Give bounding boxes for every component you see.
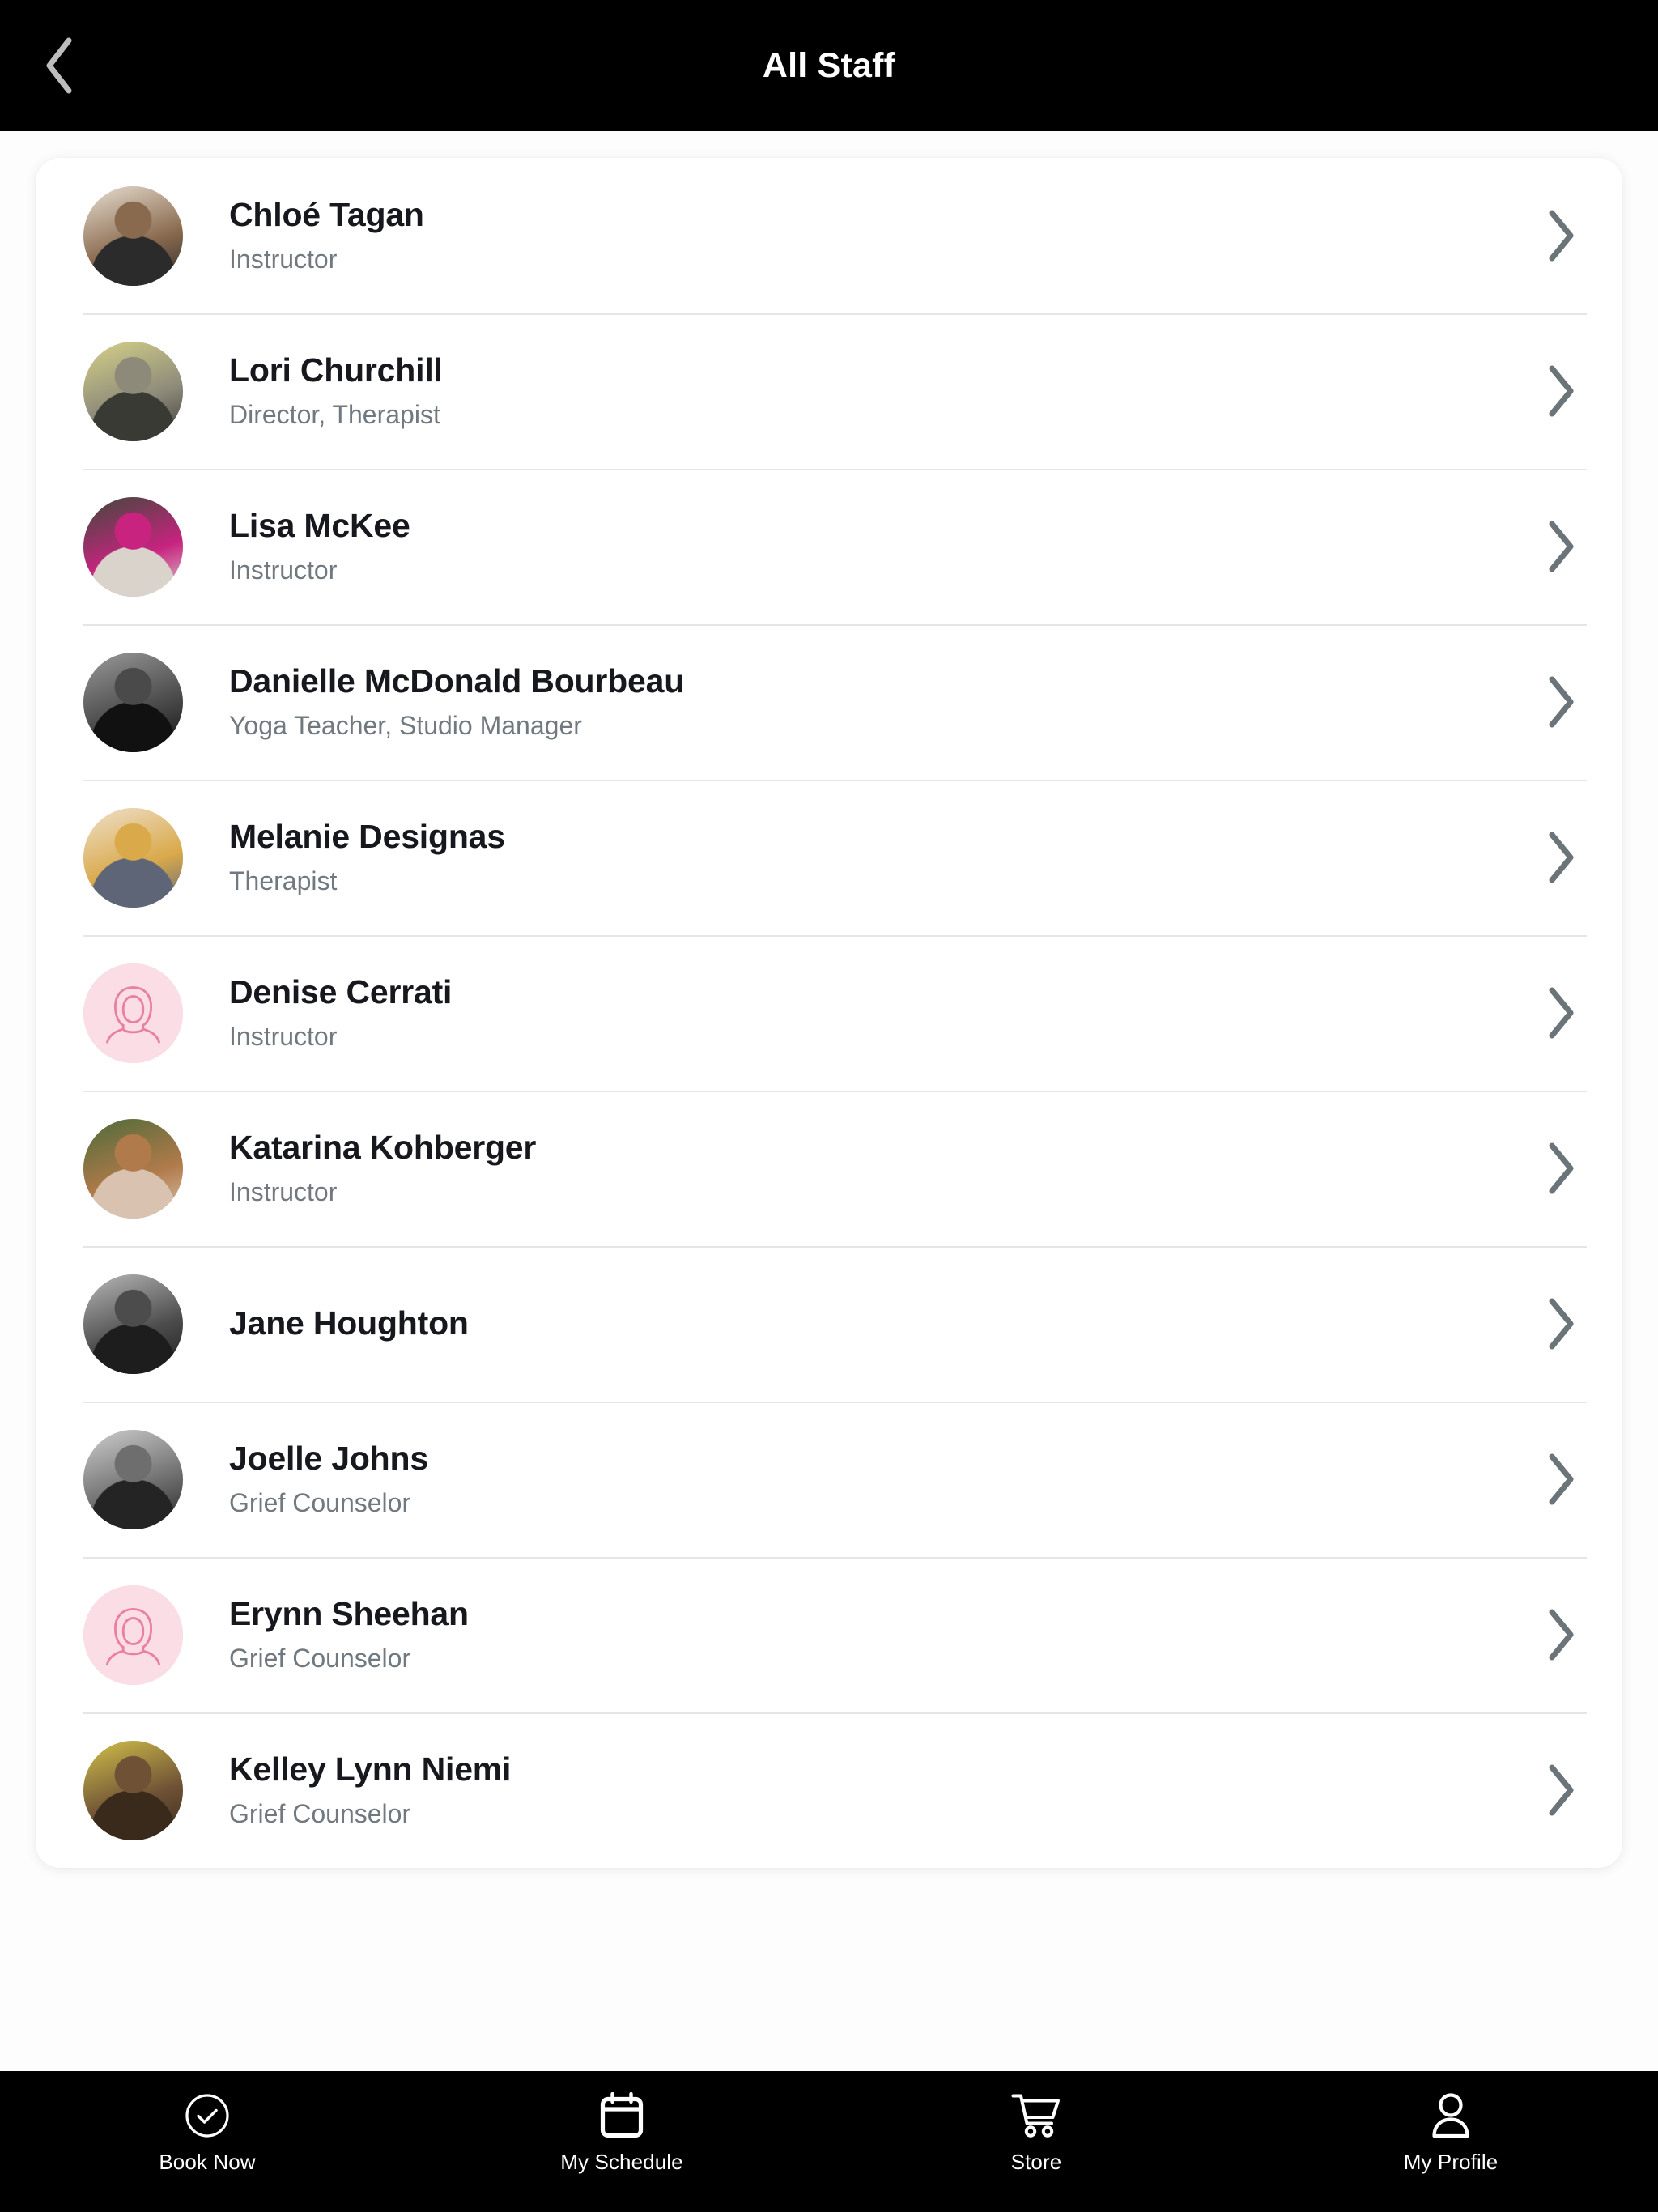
staff-name: Katarina Kohberger [229,1129,537,1167]
staff-row[interactable]: Lori Churchill Director, Therapist [36,313,1622,469]
staff-role: Therapist [229,866,338,896]
staff-row[interactable]: Katarina Kohberger Instructor [36,1091,1622,1246]
staff-row[interactable]: Lisa McKee Instructor [36,469,1622,624]
staff-name: Kelley Lynn Niemi [229,1750,512,1789]
tab-label: Book Now [159,2150,256,2174]
page-title: All Staff [762,45,896,85]
staff-row-text: Erynn Sheehan Grief Counselor [183,1595,1517,1674]
person-icon [1429,2091,1473,2141]
staff-row[interactable]: Joelle Johns Grief Counselor [36,1402,1622,1557]
staff-role: Grief Counselor [229,1799,411,1829]
staff-row-text: Jane Houghton [183,1304,1517,1342]
avatar-lori-churchill [83,341,183,441]
staff-role: Instructor [229,555,338,585]
staff-role: Grief Counselor [229,1644,411,1674]
avatar-joelle-johns [83,1429,183,1529]
staff-name: Lori Churchill [229,351,443,389]
chevron-left-icon [41,36,77,96]
staff-row-text: Joelle Johns Grief Counselor [183,1440,1517,1518]
calendar-icon [600,2091,644,2141]
staff-row[interactable]: Erynn Sheehan Grief Counselor [36,1557,1622,1712]
staff-row-text: Denise Cerrati Instructor [183,973,1517,1052]
chevron-right-icon[interactable] [1533,1140,1590,1197]
chevron-right-icon[interactable] [1533,829,1590,886]
avatar-jane-houghton [83,1274,183,1374]
check-circle-icon [184,2091,231,2141]
staff-role: Instructor [229,1177,338,1207]
chevron-right-icon[interactable] [1533,1762,1590,1819]
staff-name: Joelle Johns [229,1440,428,1478]
staff-row[interactable]: Chloé Tagan Instructor [36,158,1622,313]
staff-row[interactable]: Kelley Lynn Niemi Grief Counselor [36,1712,1622,1868]
staff-row[interactable]: Danielle McDonald Bourbeau Yoga Teacher, … [36,624,1622,780]
all-staff-screen: All Staff Chloé Tagan Instructor Lori Chur… [0,0,1658,2212]
staff-list-card: Chloé Tagan Instructor Lori Churchill Direc… [36,158,1622,1868]
staff-name: Denise Cerrati [229,973,453,1011]
chevron-right-icon[interactable] [1533,674,1590,730]
staff-row[interactable]: Denise Cerrati Instructor [36,935,1622,1091]
tab-my-profile[interactable]: My Profile [1244,2091,1658,2172]
avatar-kelley-lynn-niemi [83,1740,183,1840]
staff-role: Director, Therapist [229,400,440,430]
tab-store[interactable]: Store [829,2091,1244,2172]
staff-row-text: Chloé Tagan Instructor [183,196,1517,274]
shopping-cart-icon [1011,2091,1061,2141]
staff-name: Melanie Designas [229,818,505,856]
bottom-tab-bar: Book Now My Schedule Store My Profile [0,2071,1658,2212]
staff-role: Grief Counselor [229,1488,411,1518]
staff-name: Danielle McDonald Bourbeau [229,662,685,700]
staff-row[interactable]: Melanie Designas Therapist [36,780,1622,935]
avatar-danielle-mcdonald-bourbeau [83,652,183,752]
staff-role: Instructor [229,245,338,274]
tab-label: My Schedule [560,2150,683,2174]
chevron-right-icon[interactable] [1533,1295,1590,1352]
staff-name: Jane Houghton [229,1304,469,1342]
back-button[interactable] [15,0,104,131]
app-header: All Staff [0,0,1658,131]
avatar-placeholder-erynn-sheehan [83,1585,183,1685]
staff-row-text: Kelley Lynn Niemi Grief Counselor [183,1750,1517,1829]
avatar-melanie-designas [83,807,183,908]
tab-label: Store [1010,2150,1062,2174]
tab-book-now[interactable]: Book Now [0,2091,414,2172]
staff-row-text: Lisa McKee Instructor [183,507,1517,585]
staff-role: Instructor [229,1022,338,1052]
chevron-right-icon[interactable] [1533,1606,1590,1663]
chevron-right-icon[interactable] [1533,1451,1590,1508]
staff-role: Yoga Teacher, Studio Manager [229,711,582,741]
avatar-lisa-mckee [83,496,183,597]
chevron-right-icon[interactable] [1533,363,1590,419]
tab-label: My Profile [1403,2150,1499,2174]
chevron-right-icon[interactable] [1533,207,1590,264]
chevron-right-icon[interactable] [1533,985,1590,1041]
staff-name: Erynn Sheehan [229,1595,469,1633]
staff-row-text: Danielle McDonald Bourbeau Yoga Teacher, … [183,662,1517,741]
avatar-katarina-kohberger [83,1118,183,1219]
content-scroll-area[interactable]: Chloé Tagan Instructor Lori Churchill Direc… [0,131,1658,2071]
staff-name: Lisa McKee [229,507,410,545]
staff-row-text: Melanie Designas Therapist [183,818,1517,896]
tab-my-schedule[interactable]: My Schedule [414,2091,829,2172]
staff-row-text: Katarina Kohberger Instructor [183,1129,1517,1207]
staff-row-text: Lori Churchill Director, Therapist [183,351,1517,430]
avatar-chloe-tagan [83,185,183,286]
staff-row[interactable]: Jane Houghton [36,1246,1622,1402]
staff-name: Chloé Tagan [229,196,424,234]
avatar-placeholder-denise-cerrati [83,963,183,1063]
chevron-right-icon[interactable] [1533,518,1590,575]
